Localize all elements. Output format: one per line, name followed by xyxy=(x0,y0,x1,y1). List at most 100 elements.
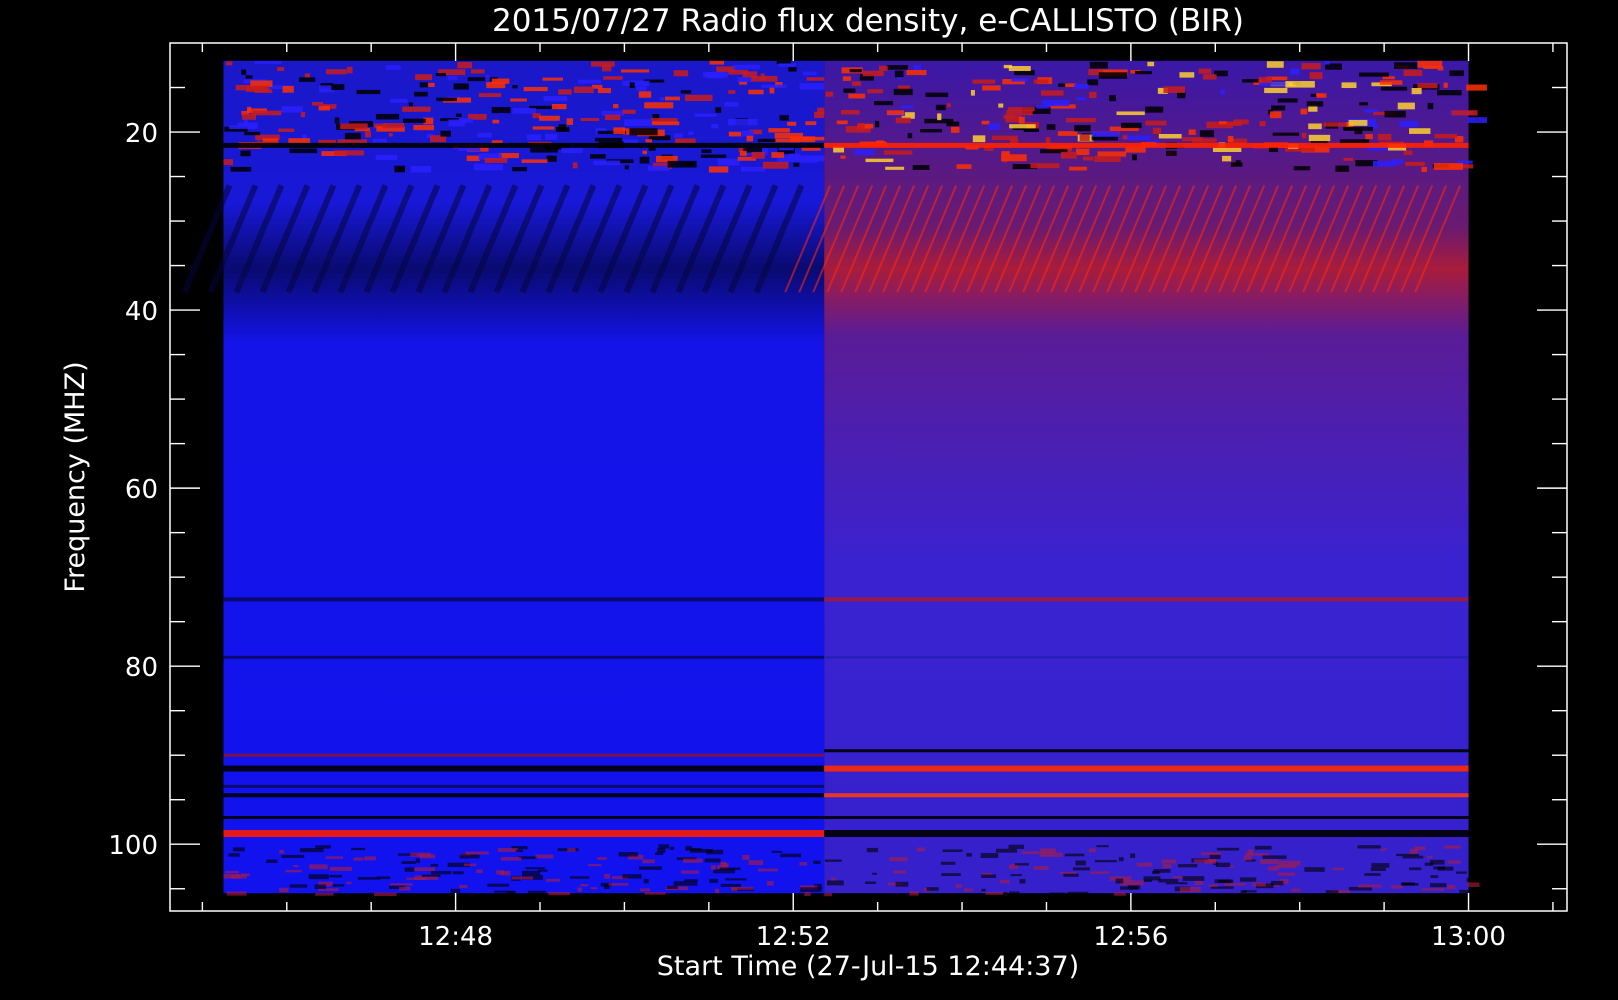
noise-patch xyxy=(761,84,787,88)
noise-patch xyxy=(1033,866,1049,870)
noise-patch xyxy=(1161,859,1177,864)
noise-patch xyxy=(1258,82,1289,86)
noise-patch xyxy=(862,70,884,77)
noise-patch xyxy=(419,82,428,88)
noise-patch xyxy=(714,888,720,894)
noise-patch xyxy=(1087,79,1099,86)
noise-patch xyxy=(1089,848,1096,853)
noise-patch xyxy=(401,861,416,864)
noise-patch xyxy=(225,61,233,66)
noise-patch xyxy=(1447,884,1456,890)
noise-patch xyxy=(414,91,428,97)
noise-patch xyxy=(410,852,432,857)
noise-patch xyxy=(751,151,765,159)
noise-patch xyxy=(848,93,866,99)
noise-patch xyxy=(1143,876,1161,881)
frequency-band xyxy=(223,655,825,659)
noise-patch xyxy=(329,866,352,871)
noise-patch xyxy=(701,149,712,154)
noise-patch xyxy=(1380,86,1408,91)
noise-patch xyxy=(518,856,538,860)
noise-patch xyxy=(385,65,401,70)
noise-patch xyxy=(1421,166,1427,172)
noise-patch xyxy=(652,121,680,126)
noise-patch xyxy=(728,131,742,137)
noise-patch xyxy=(657,847,666,853)
noise-patch xyxy=(603,76,623,80)
noise-patch xyxy=(1130,853,1136,859)
noise-patch xyxy=(946,121,960,127)
noise-patch xyxy=(1116,111,1145,116)
noise-patch xyxy=(980,853,999,858)
noise-patch xyxy=(476,869,483,874)
noise-patch xyxy=(920,128,943,133)
noise-patch xyxy=(1466,877,1478,883)
noise-patch xyxy=(1227,135,1234,143)
noise-patch xyxy=(404,867,415,872)
noise-patch xyxy=(512,107,536,114)
noise-patch xyxy=(1427,102,1434,110)
noise-patch xyxy=(492,119,500,124)
noise-patch xyxy=(558,89,572,95)
noise-patch xyxy=(1040,90,1064,96)
noise-patch xyxy=(741,130,754,137)
noise-patch xyxy=(1332,867,1345,871)
noise-patch xyxy=(655,852,664,856)
x-tick-label: 12:52 xyxy=(756,922,831,952)
noise-patch xyxy=(1325,890,1339,894)
noise-patch xyxy=(1199,130,1214,137)
noise-patch xyxy=(889,857,908,862)
noise-patch xyxy=(1384,110,1406,118)
noise-patch xyxy=(621,69,650,73)
noise-patch xyxy=(281,106,303,113)
noise-patch xyxy=(282,85,294,93)
noise-patch xyxy=(883,150,913,155)
frequency-band xyxy=(223,830,825,838)
noise-patch xyxy=(311,101,324,106)
frequency-band xyxy=(223,753,825,757)
noise-patch xyxy=(1343,157,1354,161)
noise-patch xyxy=(1058,83,1066,87)
noise-patch xyxy=(1179,72,1195,78)
noise-patch xyxy=(733,64,761,70)
x-tick-label: 12:48 xyxy=(418,922,493,952)
noise-patch xyxy=(230,874,247,879)
noise-patch xyxy=(532,126,555,130)
y-tick-label: 100 xyxy=(108,831,158,861)
noise-patch xyxy=(689,848,713,853)
noise-patch xyxy=(1254,845,1272,850)
noise-patch xyxy=(1030,163,1060,169)
noise-patch xyxy=(515,849,523,853)
noise-patch xyxy=(681,870,699,874)
noise-patch xyxy=(742,854,750,860)
noise-patch xyxy=(1455,871,1467,874)
noise-patch xyxy=(1109,95,1117,102)
noise-patch xyxy=(372,138,387,143)
noise-patch xyxy=(684,879,698,882)
noise-patch xyxy=(331,84,345,90)
noise-patch xyxy=(1096,845,1109,848)
noise-patch xyxy=(1264,87,1288,94)
noise-patch xyxy=(639,866,662,870)
noise-patch xyxy=(1308,123,1322,130)
chart-title: 2015/07/27 Radio flux density, e-CALLIST… xyxy=(492,3,1244,39)
noise-patch xyxy=(659,97,665,101)
noise-patch xyxy=(793,162,800,167)
noise-patch xyxy=(1010,138,1019,144)
noise-patch xyxy=(1215,862,1231,868)
noise-patch xyxy=(1467,117,1487,123)
noise-patch xyxy=(1434,133,1458,139)
noise-patch xyxy=(331,884,345,887)
noise-patch xyxy=(1240,890,1247,894)
noise-patch xyxy=(229,125,239,129)
noise-patch xyxy=(780,853,802,858)
noise-patch xyxy=(1230,162,1243,167)
noise-patch xyxy=(252,110,282,116)
noise-patch xyxy=(569,876,590,879)
noise-patch xyxy=(1122,135,1128,140)
noise-patch xyxy=(1202,74,1217,80)
noise-patch xyxy=(1391,885,1403,889)
noise-patch xyxy=(1444,845,1461,849)
noise-patch xyxy=(1089,61,1108,69)
noise-patch xyxy=(309,864,328,870)
